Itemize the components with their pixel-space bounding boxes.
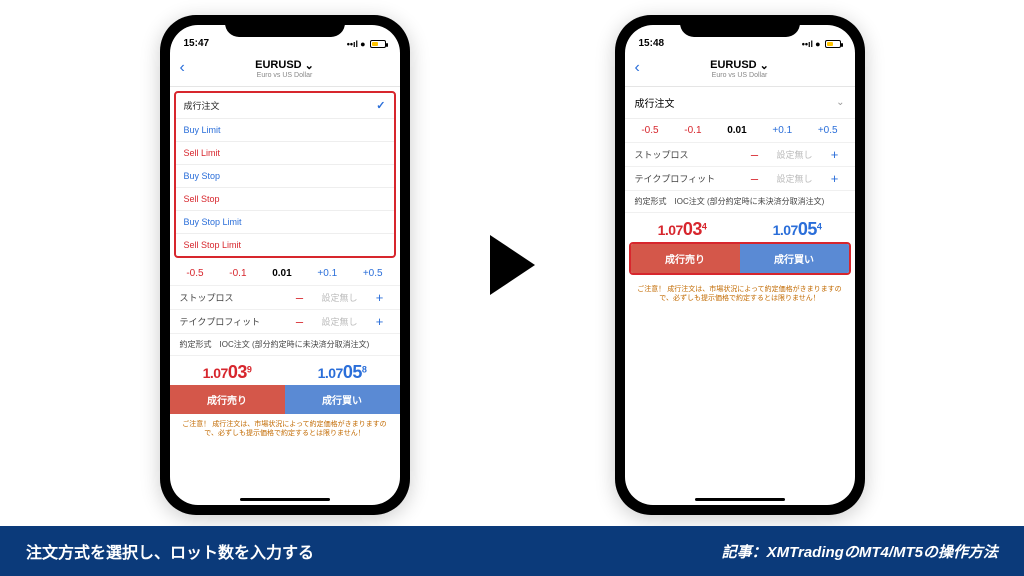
phone-right: 15:48 ••ıl ● ‹ EURUSD ⌄ Euro vs US Dolla… (615, 15, 865, 515)
stoploss-label: ストップロス (180, 291, 290, 304)
takeprofit-label: テイクプロフィット (180, 315, 290, 328)
sl-plus[interactable]: + (825, 147, 845, 162)
wifi-icon: ● (360, 39, 365, 49)
phone-notch (680, 15, 800, 37)
battery-icon (825, 40, 841, 48)
order-type-label: 成行注文 (184, 99, 220, 112)
trade-buttons: 成行売り 成行買い (629, 242, 851, 275)
order-type-item[interactable]: Buy Limit (176, 119, 394, 142)
lot-plus-05[interactable]: +0.5 (818, 125, 838, 136)
order-type-label: Sell Stop (184, 194, 220, 204)
order-type-list: 成行注文 ✓ Buy Limit Sell Limit Buy Stop Sell Sto… (174, 91, 396, 258)
symbol-desc: Euro vs US Dollar (712, 72, 768, 79)
status-time: 15:48 (639, 38, 665, 49)
sell-price: 1.07034 (625, 219, 740, 240)
tp-plus[interactable]: + (825, 171, 845, 186)
order-type-item[interactable]: Sell Limit (176, 142, 394, 165)
home-indicator[interactable] (695, 498, 785, 501)
order-type-item[interactable]: Buy Stop Limit (176, 211, 394, 234)
trade-buttons: 成行売り 成行買い (170, 385, 400, 414)
buy-price: 1.07058 (285, 362, 400, 383)
phone-notch (225, 15, 345, 37)
order-type-label: 成行注文 (635, 95, 675, 110)
tp-minus[interactable]: – (290, 314, 310, 329)
lot-plus-01[interactable]: +0.1 (317, 268, 337, 279)
lot-minus-05[interactable]: -0.5 (641, 125, 658, 136)
home-indicator[interactable] (240, 498, 330, 501)
price-row: 1.07034 1.07054 (625, 212, 855, 242)
lot-minus-01[interactable]: -0.1 (229, 268, 246, 279)
order-type-label: Sell Limit (184, 148, 221, 158)
buy-button[interactable]: 成行買い (740, 244, 849, 273)
buy-price: 1.07054 (740, 219, 855, 240)
order-type-item[interactable]: Sell Stop Limit (176, 234, 394, 256)
stoploss-row: ストップロス – 設定無し + (170, 285, 400, 309)
fill-policy-row[interactable]: 約定形式 IOC注文 (部分約定時に未決済分取消注文) (625, 190, 855, 212)
back-icon[interactable]: ‹ (635, 59, 640, 77)
wifi-icon: ● (815, 39, 820, 49)
signal-icon: ••ıl (347, 39, 358, 49)
order-type-label: Buy Limit (184, 125, 221, 135)
back-icon[interactable]: ‹ (180, 59, 185, 77)
order-type-label: Sell Stop Limit (184, 240, 242, 250)
fill-policy-row[interactable]: 約定形式 IOC注文 (部分約定時に未決済分取消注文) (170, 333, 400, 355)
lot-stepper: -0.5 -0.1 0.01 +0.1 +0.5 (170, 262, 400, 285)
lot-plus-01[interactable]: +0.1 (772, 125, 792, 136)
lot-stepper: -0.5 -0.1 0.01 +0.1 +0.5 (625, 119, 855, 142)
order-type-item[interactable]: Sell Stop (176, 188, 394, 211)
order-type-item[interactable]: 成行注文 ✓ (176, 93, 394, 119)
symbol-label: EURUSD (710, 59, 756, 71)
tp-value[interactable]: 設定無し (765, 172, 825, 185)
order-header: ‹ EURUSD ⌄ Euro vs US Dollar (170, 51, 400, 87)
status-time: 15:47 (184, 38, 210, 49)
symbol-selector[interactable]: EURUSD ⌄ (710, 59, 769, 72)
buy-button[interactable]: 成行買い (285, 385, 400, 414)
takeprofit-row: テイクプロフィット – 設定無し + (625, 166, 855, 190)
lot-value[interactable]: 0.01 (727, 125, 746, 136)
takeprofit-row: テイクプロフィット – 設定無し + (170, 309, 400, 333)
signal-icon: ••ıl (802, 39, 813, 49)
battery-icon (370, 40, 386, 48)
stoploss-label: ストップロス (635, 148, 745, 161)
order-type-label: Buy Stop (184, 171, 221, 181)
tp-minus[interactable]: – (745, 171, 765, 186)
chevron-down-icon: ⌄ (305, 59, 314, 72)
caption-right: 記事：XMTradingのMT4/MT5の操作方法 (722, 541, 998, 562)
lot-minus-01[interactable]: -0.1 (684, 125, 701, 136)
sell-button[interactable]: 成行売り (170, 385, 285, 414)
stoploss-row: ストップロス – 設定無し + (625, 142, 855, 166)
lot-minus-05[interactable]: -0.5 (186, 268, 203, 279)
order-type-label: Buy Stop Limit (184, 217, 242, 227)
symbol-label: EURUSD (255, 59, 301, 71)
symbol-desc: Euro vs US Dollar (257, 72, 313, 79)
sell-price: 1.07039 (170, 362, 285, 383)
order-type-selector[interactable]: 成行注文 ⌄ (625, 87, 855, 119)
symbol-selector[interactable]: EURUSD ⌄ (255, 59, 314, 72)
tp-plus[interactable]: + (370, 314, 390, 329)
status-icons: ••ıl ● (347, 39, 386, 49)
sell-button[interactable]: 成行売り (631, 244, 740, 273)
caption-bar: 注文方式を選択し、ロット数を入力する 記事：XMTradingのMT4/MT5の… (0, 526, 1024, 576)
check-icon: ✓ (376, 99, 385, 112)
sl-minus[interactable]: – (745, 147, 765, 162)
arrow-icon (490, 235, 535, 295)
market-order-warning: ご注意！ 成行注文は、市場状況によって約定価格がきまりますので、必ずしも提示価格… (170, 414, 400, 445)
order-type-item[interactable]: Buy Stop (176, 165, 394, 188)
sl-plus[interactable]: + (370, 290, 390, 305)
sl-value[interactable]: 設定無し (765, 148, 825, 161)
market-order-warning: ご注意！ 成行注文は、市場状況によって約定価格がきまりますので、必ずしも提示価格… (625, 279, 855, 310)
lot-value[interactable]: 0.01 (272, 268, 291, 279)
sl-value[interactable]: 設定無し (310, 291, 370, 304)
status-icons: ••ıl ● (802, 39, 841, 49)
chevron-down-icon: ⌄ (760, 59, 769, 72)
lot-plus-05[interactable]: +0.5 (363, 268, 383, 279)
sl-minus[interactable]: – (290, 290, 310, 305)
price-row: 1.07039 1.07058 (170, 355, 400, 385)
takeprofit-label: テイクプロフィット (635, 172, 745, 185)
chevron-down-icon: ⌄ (836, 97, 844, 108)
tp-value[interactable]: 設定無し (310, 315, 370, 328)
order-header: ‹ EURUSD ⌄ Euro vs US Dollar (625, 51, 855, 87)
phone-left: 15:47 ••ıl ● ‹ EURUSD ⌄ Euro vs US Dolla… (160, 15, 410, 515)
caption-left: 注文方式を選択し、ロット数を入力する (26, 539, 314, 563)
